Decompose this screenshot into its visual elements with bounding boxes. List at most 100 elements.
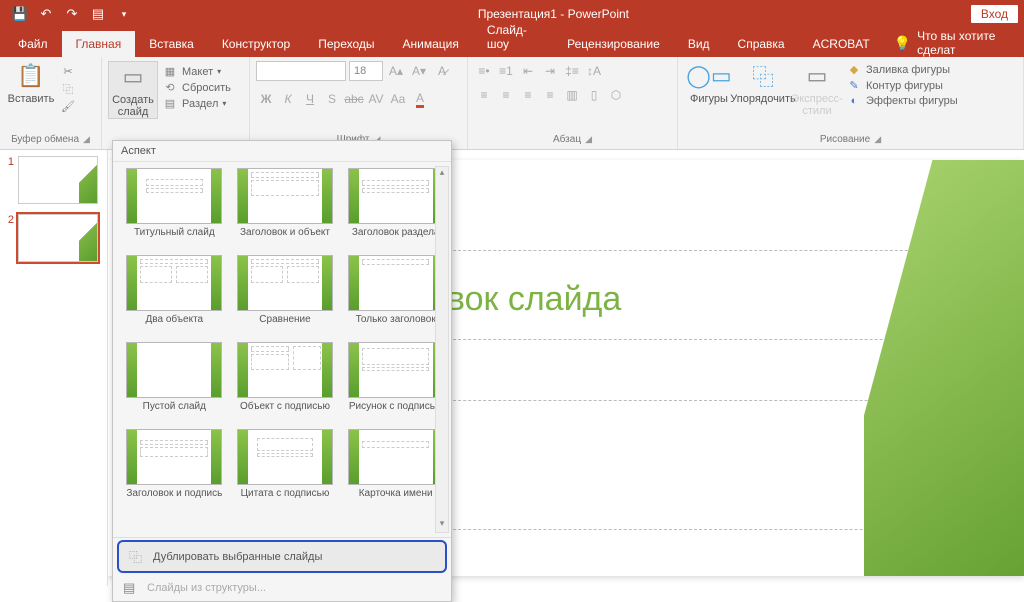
signin-button[interactable]: Вход bbox=[971, 5, 1018, 23]
tab-file[interactable]: Файл bbox=[4, 31, 62, 57]
align-right-button[interactable]: ≡ bbox=[518, 85, 538, 105]
scissors-icon: ✂ bbox=[60, 65, 76, 78]
layout-option[interactable]: Цитата с подписью bbox=[234, 429, 337, 512]
slides-from-outline-item[interactable]: ▤ Слайды из структуры... bbox=[113, 575, 451, 601]
tell-me-search[interactable]: 💡 Что вы хотите сделат bbox=[884, 29, 1024, 57]
decoration bbox=[79, 157, 97, 203]
columns-button[interactable]: ▥ bbox=[562, 85, 582, 105]
styles-icon: ▭ bbox=[807, 61, 828, 91]
text-direction-button[interactable]: ↕A bbox=[584, 61, 604, 81]
tab-insert[interactable]: Вставка bbox=[135, 31, 208, 57]
underline-button[interactable]: Ч bbox=[300, 89, 320, 109]
layout-label: Заголовок и объект bbox=[234, 227, 337, 251]
grow-font-button[interactable]: A▴ bbox=[386, 61, 406, 81]
tab-design[interactable]: Конструктор bbox=[208, 31, 304, 57]
align-center-button[interactable]: ≡ bbox=[496, 85, 516, 105]
section-button[interactable]: ▤Раздел▾ bbox=[162, 97, 231, 110]
cut-button[interactable]: ✂ bbox=[60, 65, 76, 78]
strike-button[interactable]: abc bbox=[344, 89, 364, 109]
duplicate-slides-item[interactable]: ⿻ Дублировать выбранные слайды bbox=[117, 540, 447, 573]
drawing-dialog-launcher[interactable]: ◢ bbox=[874, 134, 881, 145]
shape-effects-button[interactable]: ◐Эффекты фигуры bbox=[846, 95, 958, 107]
slide-title-text: овок слайда bbox=[428, 280, 621, 319]
gallery-theme-header: Аспект bbox=[113, 141, 451, 162]
case-button[interactable]: Aa bbox=[388, 89, 408, 109]
copy-button[interactable]: ⿻ bbox=[60, 81, 76, 97]
shapes-button[interactable]: ◯▭Фигуры bbox=[684, 61, 734, 105]
duplicate-icon: ⿻ bbox=[129, 547, 145, 566]
layout-option[interactable]: Титульный слайд bbox=[123, 168, 226, 251]
layout-option[interactable]: Заголовок и объект bbox=[234, 168, 337, 251]
reset-button[interactable]: ⟲Сбросить bbox=[162, 81, 231, 94]
slide-decoration bbox=[864, 160, 1024, 576]
duplicate-label: Дублировать выбранные слайды bbox=[153, 551, 322, 563]
tab-review[interactable]: Рецензирование bbox=[553, 31, 674, 57]
tab-home[interactable]: Главная bbox=[62, 31, 136, 57]
shadow-button[interactable]: S bbox=[322, 89, 342, 109]
font-color-button[interactable]: A bbox=[410, 89, 430, 109]
increase-indent-button[interactable]: ⇥ bbox=[540, 61, 560, 81]
layout-option[interactable]: Карточка имени bbox=[344, 429, 447, 512]
layout-option[interactable]: Сравнение bbox=[234, 255, 337, 338]
paste-button[interactable]: 📋 Вставить bbox=[6, 61, 56, 105]
scroll-down-button[interactable]: ▾ bbox=[436, 518, 448, 532]
gallery-scrollbar[interactable]: ▴ ▾ bbox=[435, 166, 449, 533]
new-slide-button[interactable]: ▭ Создать слайд bbox=[108, 61, 158, 119]
tell-me-label: Что вы хотите сделат bbox=[917, 29, 1014, 57]
outline-icon: ✎ bbox=[846, 79, 862, 92]
layout-option[interactable]: Заголовок и подпись bbox=[123, 429, 226, 512]
line-spacing-button[interactable]: ‡≡ bbox=[562, 61, 582, 81]
undo-button[interactable]: ↶ bbox=[34, 2, 58, 26]
clipboard-dialog-launcher[interactable]: ◢ bbox=[83, 134, 90, 145]
layout-label: Только заголовок bbox=[344, 314, 447, 338]
paragraph-group-label: Абзац bbox=[553, 134, 581, 145]
decrease-indent-button[interactable]: ⇤ bbox=[518, 61, 538, 81]
smartart-button[interactable]: ⬡ bbox=[606, 85, 626, 105]
slide-thumbnail-1[interactable] bbox=[18, 156, 98, 204]
clipboard-group-label: Буфер обмена bbox=[11, 134, 79, 145]
font-family-combo[interactable] bbox=[256, 61, 346, 81]
format-painter-button[interactable]: 🖌 bbox=[60, 100, 76, 113]
qat-customize-button[interactable]: ▾ bbox=[112, 2, 136, 26]
align-text-button[interactable]: ▯ bbox=[584, 85, 604, 105]
tab-help[interactable]: Справка bbox=[724, 31, 799, 57]
scroll-up-button[interactable]: ▴ bbox=[436, 167, 448, 181]
layout-option[interactable]: Рисунок с подписью bbox=[344, 342, 447, 425]
copy-icon: ⿻ bbox=[60, 81, 76, 97]
layout-label: Два объекта bbox=[123, 314, 226, 338]
layout-option[interactable]: Пустой слайд bbox=[123, 342, 226, 425]
paragraph-dialog-launcher[interactable]: ◢ bbox=[585, 134, 592, 145]
tab-acrobat[interactable]: ACROBAT bbox=[799, 31, 884, 57]
clear-format-button[interactable]: A̷ bbox=[432, 61, 452, 81]
slide-thumbnail-2[interactable] bbox=[18, 214, 98, 262]
shape-fill-button[interactable]: ◆Заливка фигуры bbox=[846, 63, 958, 76]
tab-view[interactable]: Вид bbox=[674, 31, 724, 57]
redo-button[interactable]: ↷ bbox=[60, 2, 84, 26]
font-size-combo[interactable]: 18 bbox=[349, 61, 383, 81]
shrink-font-button[interactable]: A▾ bbox=[409, 61, 429, 81]
slide-thumbnail-panel[interactable]: 1 2 bbox=[0, 150, 108, 586]
scroll-track[interactable] bbox=[436, 181, 448, 518]
layout-label: Заголовок раздела bbox=[344, 227, 447, 251]
spacing-button[interactable]: AV bbox=[366, 89, 386, 109]
arrange-button[interactable]: ⿻Упорядочить bbox=[738, 61, 788, 105]
justify-button[interactable]: ≡ bbox=[540, 85, 560, 105]
shape-outline-button[interactable]: ✎Контур фигуры bbox=[846, 79, 958, 92]
align-left-button[interactable]: ≡ bbox=[474, 85, 494, 105]
layout-option[interactable]: Два объекта bbox=[123, 255, 226, 338]
tab-slideshow[interactable]: Слайд-шоу bbox=[473, 17, 553, 57]
layout-button[interactable]: ▦Макет▾ bbox=[162, 65, 231, 78]
layout-option[interactable]: Заголовок раздела bbox=[344, 168, 447, 251]
layout-option[interactable]: Объект с подписью bbox=[234, 342, 337, 425]
start-slideshow-button[interactable]: ▤ bbox=[86, 2, 110, 26]
quick-styles-button[interactable]: ▭Экспресс-стили bbox=[792, 61, 842, 117]
save-button[interactable]: 💾 bbox=[8, 2, 32, 26]
tab-animations[interactable]: Анимация bbox=[389, 31, 473, 57]
layout-label: Титульный слайд bbox=[123, 227, 226, 251]
italic-button[interactable]: К bbox=[278, 89, 298, 109]
bullets-button[interactable]: ≡• bbox=[474, 61, 494, 81]
bold-button[interactable]: Ж bbox=[256, 89, 276, 109]
numbering-button[interactable]: ≡1 bbox=[496, 61, 516, 81]
tab-transitions[interactable]: Переходы bbox=[304, 31, 388, 57]
layout-option[interactable]: Только заголовок bbox=[344, 255, 447, 338]
